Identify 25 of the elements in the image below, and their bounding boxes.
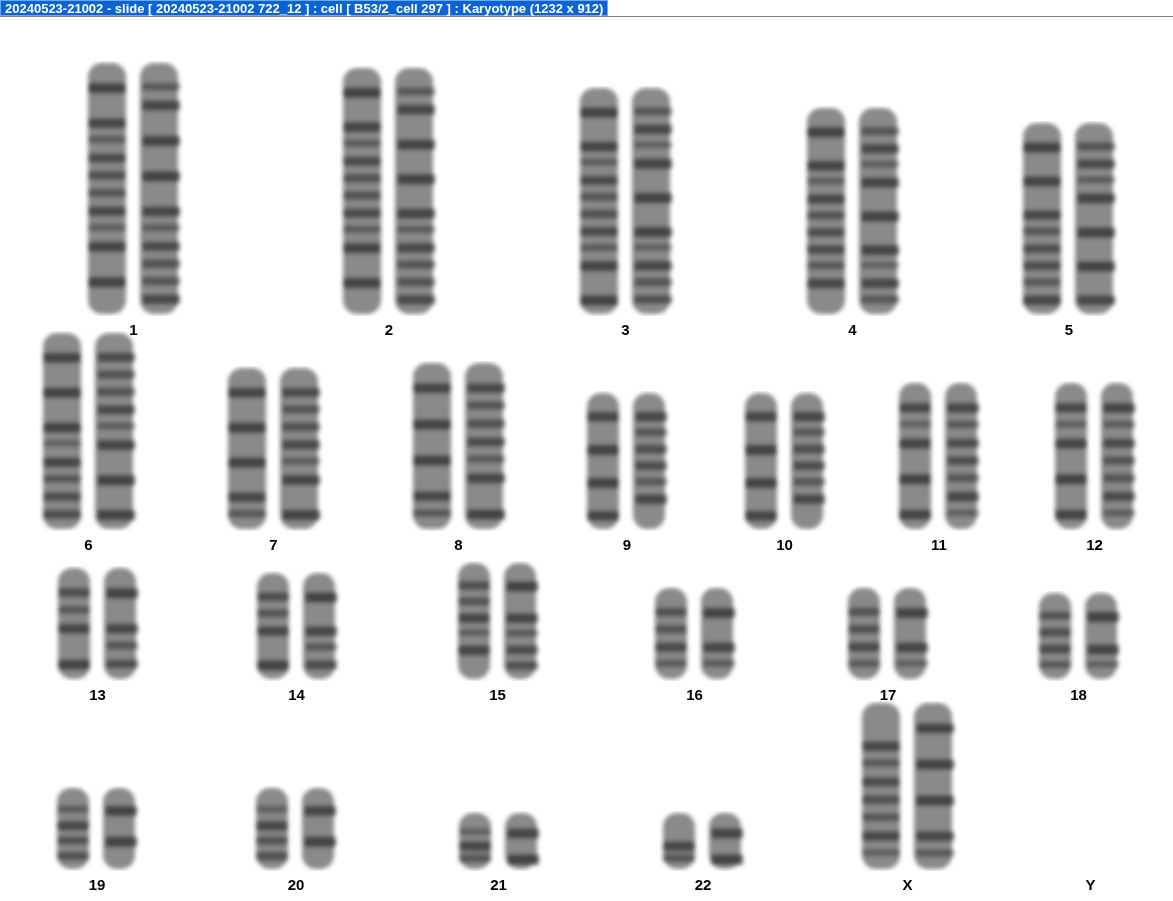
chromosome-label: 9 [622,537,632,553]
chromosome-label: 22 [694,877,712,893]
chromosome-label: 15 [489,687,506,703]
chromosome-label: 12 [1086,537,1103,553]
chromosome-label: 5 [1064,322,1074,338]
chromosome-label: 20 [287,877,305,893]
chromosome-label: 6 [84,537,93,553]
chromosome-label: 14 [288,687,305,703]
chromosome-label: 2 [384,322,394,338]
chromosome-label: X [902,877,913,893]
chromosome-label: 19 [88,877,106,893]
chromosome-label: Y [1085,877,1096,893]
chromosome-label: 17 [879,687,897,703]
chromosome-label: 1 [129,322,138,338]
window-title: 20240523-21002 - slide [ 20240523-21002 722_12 ] : cell [ B53/2_cell 297 ] : Karyotype (1232 x 912) [0,0,609,16]
chromosome-label: 10 [776,537,793,553]
chromosome-label: 18 [1070,687,1087,703]
chromosome-label: 13 [89,687,106,703]
chromosome-label: 16 [686,687,703,703]
chromosome-label: 8 [454,537,463,553]
chromosome-label: 4 [848,322,857,338]
chromosome-label: 3 [621,322,630,338]
chromosome-label: 21 [490,877,507,893]
chromosome-label: 11 [931,537,947,553]
chromosome-label: 7 [269,537,278,553]
